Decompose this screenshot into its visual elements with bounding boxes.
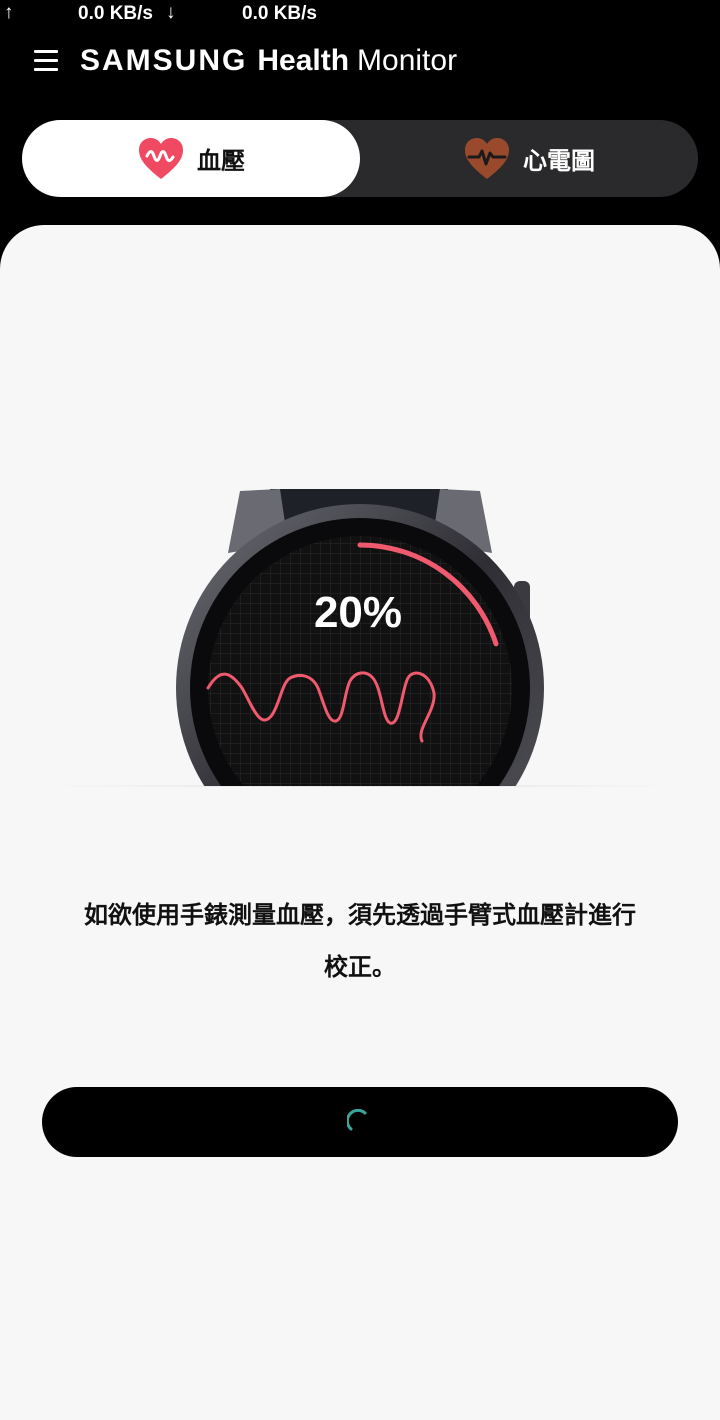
calibration-description: 如欲使用手錶測量血壓，須先透過手臂式血壓計進行 校正。 — [40, 889, 680, 993]
status-bar: ↑ 0.0 KB/s ↓ 0.0 KB/s — [0, 0, 720, 30]
tab-blood-pressure[interactable]: 血壓 — [22, 120, 360, 197]
watch-shadow-line — [40, 785, 680, 787]
description-line: 校正。 — [324, 953, 396, 981]
brand-samsung: SAMSUNG — [80, 44, 248, 77]
download-rate: 0.0 KB/s — [242, 3, 317, 24]
download-arrow-icon: ↓ — [166, 2, 176, 23]
screen: ↑ 0.0 KB/s ↓ 0.0 KB/s SAMSUNG Health Monit… — [0, 0, 720, 1420]
hamburger-menu-icon[interactable] — [34, 50, 58, 72]
loading-spinner-icon — [347, 1109, 367, 1131]
watch-illustration: 20% — [176, 489, 544, 786]
upload-arrow-icon: ↑ — [4, 2, 14, 23]
brand-monitor: Monitor — [357, 44, 458, 77]
measurement-progress: 20% — [314, 588, 402, 637]
tab-label: 血壓 — [197, 147, 245, 175]
main-card: 20% 如欲使用手錶測量血壓，須先透過手臂式血壓計進行 校正。 — [0, 225, 720, 1420]
upload-rate: 0.0 KB/s — [78, 3, 153, 24]
description-line: 如欲使用手錶測量血壓，須先透過手臂式血壓計進行 — [84, 901, 636, 929]
brand-health: Health — [257, 44, 350, 77]
heart-ecg-icon — [465, 137, 509, 179]
action-button[interactable] — [42, 1087, 678, 1157]
tab-ecg[interactable]: 心電圖 — [360, 120, 698, 197]
app-header: SAMSUNG Health Monitor — [0, 38, 720, 88]
tab-label: 心電圖 — [523, 147, 595, 175]
heart-wave-icon — [139, 137, 183, 179]
tab-switcher: 血壓 心電圖 — [22, 120, 698, 197]
app-brand: SAMSUNG Health Monitor — [80, 44, 457, 78]
